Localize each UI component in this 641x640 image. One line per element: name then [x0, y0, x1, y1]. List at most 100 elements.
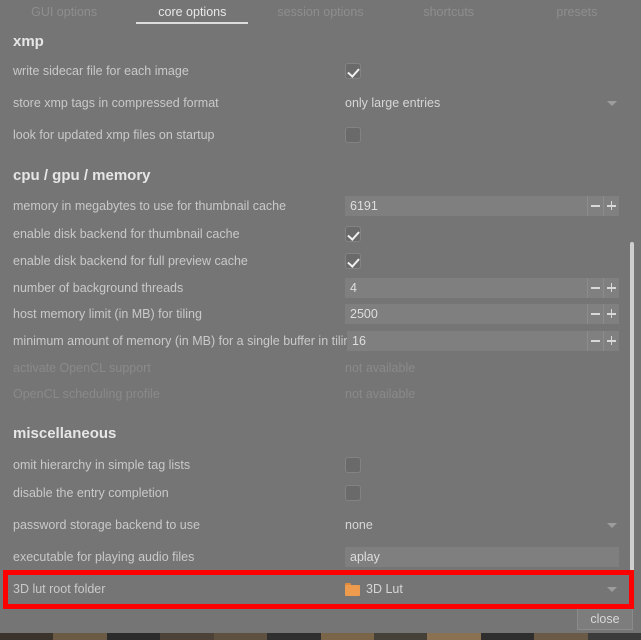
spinner-value: 16 — [352, 334, 366, 348]
look-for-updated-xmp-checkbox[interactable] — [345, 127, 361, 143]
tab-label: core options — [158, 5, 227, 19]
row-look-for-updated-xmp: look for updated xmp files on startup — [0, 122, 641, 148]
row-label: omit hierarchy in simple tag lists — [13, 458, 191, 472]
write-sidecar-file-checkbox[interactable] — [345, 63, 361, 79]
tab-shortcuts[interactable]: shortcuts — [385, 0, 513, 25]
preferences-dialog: GUI options core options session options… — [0, 0, 641, 640]
filmstrip-thumbnail[interactable] — [106, 633, 161, 640]
row-label: write sidecar file for each image — [13, 64, 189, 78]
row-omit-hierarchy: omit hierarchy in simple tag lists — [0, 452, 641, 478]
control-wrap — [345, 248, 361, 274]
section-title-cpu-gpu-memory: cpu / gpu / memory — [13, 167, 151, 184]
tab-session-options[interactable]: session options — [256, 0, 384, 25]
spinner-decrement-icon[interactable] — [587, 331, 603, 351]
audio-executable-input[interactable]: aplay — [345, 547, 619, 567]
row-store-xmp-compressed: store xmp tags in compressed format only… — [0, 90, 641, 116]
filmstrip-thumbnail[interactable] — [534, 633, 588, 640]
lut-root-folder-combobox[interactable]: 3D Lut — [345, 579, 619, 599]
input-value: aplay — [350, 550, 380, 564]
row-label: password storage backend to use — [13, 518, 200, 532]
filmstrip-strip — [0, 633, 641, 640]
spinner-value: 2500 — [350, 307, 378, 321]
spinner-field[interactable]: 6191 — [345, 196, 587, 216]
control-wrap — [345, 122, 361, 148]
preferences-scrollbar[interactable] — [627, 52, 635, 605]
scrollbar-thumb[interactable] — [629, 242, 634, 605]
row-lut-root-folder: 3D lut root folder 3D Lut — [0, 576, 641, 602]
chevron-down-icon — [607, 586, 617, 592]
spinner-value: 6191 — [350, 199, 378, 213]
store-xmp-compressed-combobox[interactable]: only large entries — [345, 93, 619, 113]
min-buffer-memory-spinner[interactable]: 16 — [347, 331, 619, 351]
row-label: executable for playing audio files — [13, 550, 195, 564]
row-background-threads: number of background threads 4 — [0, 275, 641, 301]
background-threads-spinner[interactable]: 4 — [345, 278, 619, 298]
filmstrip-thumbnail[interactable] — [213, 633, 268, 640]
preferences-tab-bar: GUI options core options session options… — [0, 0, 641, 25]
spinner-decrement-icon[interactable] — [587, 304, 603, 324]
tab-core-options[interactable]: core options — [128, 0, 256, 25]
row-label: number of background threads — [13, 281, 184, 295]
spinner-field[interactable]: 2500 — [345, 304, 587, 324]
row-thumbnail-cache-memory: memory in megabytes to use for thumbnail… — [0, 193, 641, 219]
row-opencl-scheduling-profile: OpenCL scheduling profile not available — [0, 381, 641, 407]
filmstrip-thumbnail[interactable] — [53, 633, 107, 640]
row-host-memory-limit: host memory limit (in MB) for tiling 250… — [0, 301, 641, 327]
filmstrip-thumbnail[interactable] — [587, 633, 641, 640]
row-label: disable the entry completion — [13, 486, 169, 500]
spinner-decrement-icon[interactable] — [587, 278, 603, 298]
omit-hierarchy-checkbox[interactable] — [345, 457, 361, 473]
thumbnail-cache-memory-spinner[interactable]: 6191 — [345, 196, 619, 216]
tab-gui-options[interactable]: GUI options — [0, 0, 128, 25]
opencl-scheduling-profile-value: not available — [345, 387, 416, 401]
close-button[interactable]: close — [577, 608, 633, 630]
tab-label: session options — [277, 5, 364, 19]
filmstrip-thumbnail[interactable] — [320, 633, 374, 640]
section-title-miscellaneous: miscellaneous — [13, 425, 117, 442]
disable-entry-completion-checkbox[interactable] — [345, 485, 361, 501]
filmstrip-thumbnail[interactable] — [160, 633, 214, 640]
spinner-increment-icon[interactable] — [603, 278, 619, 298]
row-min-buffer-memory: minimum amount of memory (in MB) for a s… — [0, 328, 641, 354]
combo-value: only large entries — [345, 96, 441, 110]
chevron-down-icon — [607, 522, 617, 528]
disk-backend-thumbnail-checkbox[interactable] — [345, 226, 361, 242]
spinner-field[interactable]: 16 — [347, 331, 587, 351]
dialog-footer: close — [0, 605, 641, 633]
control-wrap — [345, 58, 361, 84]
disk-backend-full-preview-checkbox[interactable] — [345, 253, 361, 269]
row-password-storage-backend: password storage backend to use none — [0, 512, 641, 538]
row-label: store xmp tags in compressed format — [13, 96, 219, 110]
row-label: host memory limit (in MB) for tiling — [13, 307, 202, 321]
spinner-field[interactable]: 4 — [345, 278, 587, 298]
control-wrap — [345, 452, 361, 478]
host-memory-limit-spinner[interactable]: 2500 — [345, 304, 619, 324]
combo-value: none — [345, 518, 373, 532]
row-label: enable disk backend for full preview cac… — [13, 254, 248, 268]
tab-label: presets — [556, 5, 598, 19]
tab-presets[interactable]: presets — [513, 0, 641, 25]
row-disable-entry-completion: disable the entry completion — [0, 480, 641, 506]
row-label: look for updated xmp files on startup — [13, 128, 215, 142]
core-options-panel: xmp write sidecar file for each image st… — [0, 25, 641, 605]
spinner-increment-icon[interactable] — [603, 196, 619, 216]
filmstrip-thumbnail[interactable] — [0, 633, 54, 640]
row-disk-backend-full-preview: enable disk backend for full preview cac… — [0, 248, 641, 274]
tab-label: shortcuts — [423, 5, 475, 19]
spinner-increment-icon[interactable] — [603, 304, 619, 324]
password-storage-backend-combobox[interactable]: none — [345, 515, 619, 535]
combo-value-wrap: 3D Lut — [345, 582, 607, 596]
folder-icon — [345, 582, 360, 596]
spinner-increment-icon[interactable] — [603, 331, 619, 351]
row-label: 3D lut root folder — [13, 582, 106, 596]
section-title-xmp: xmp — [13, 33, 44, 50]
tab-label: GUI options — [31, 5, 98, 19]
combo-value: 3D Lut — [366, 582, 403, 596]
filmstrip-thumbnail[interactable] — [427, 633, 481, 640]
filmstrip-thumbnail[interactable] — [267, 633, 321, 640]
filmstrip-thumbnail[interactable] — [480, 633, 535, 640]
row-disk-backend-thumbnail: enable disk backend for thumbnail cache — [0, 221, 641, 247]
spinner-decrement-icon[interactable] — [587, 196, 603, 216]
filmstrip-thumbnail[interactable] — [373, 633, 428, 640]
row-label: memory in megabytes to use for thumbnail… — [13, 199, 287, 213]
